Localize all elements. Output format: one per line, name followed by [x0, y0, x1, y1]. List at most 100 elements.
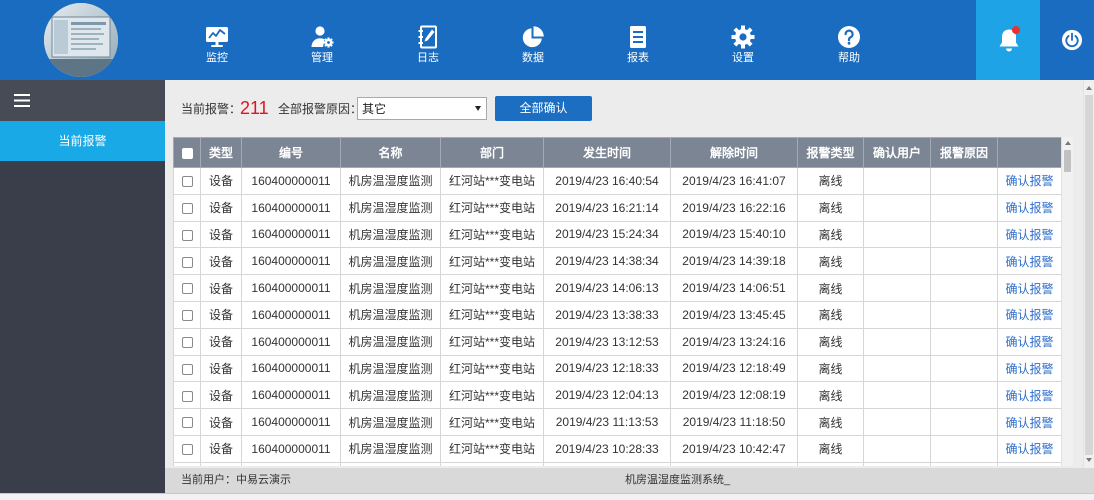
footer: 当前用户：中易云演示 机房温湿度监测系统_ — [165, 468, 1094, 493]
nav-log[interactable]: 日志 — [388, 25, 468, 71]
row-checkbox[interactable] — [181, 256, 193, 268]
system-name: 机房温湿度监测系统_ — [625, 474, 731, 486]
empty-cell — [930, 461, 998, 466]
column-header-reason[interactable]: 报警原因 — [930, 137, 998, 168]
cell-confirm-user — [863, 300, 931, 329]
confirm-alarm-link[interactable]: 确认报警 — [1005, 255, 1053, 269]
row-checkbox-cell — [173, 434, 201, 463]
row-checkbox-cell — [173, 220, 201, 249]
cell-name: 机房温湿度监测 — [340, 300, 441, 329]
confirm-alarm-link[interactable]: 确认报警 — [1005, 228, 1053, 242]
avatar — [44, 3, 118, 77]
column-header-code[interactable]: 编号 — [241, 137, 341, 168]
notification-dot — [1012, 26, 1020, 34]
cell-confirm-user — [863, 408, 931, 436]
cell-name: 机房温湿度监测 — [340, 274, 441, 302]
nav-settings[interactable]: 设置 — [703, 25, 783, 71]
confirm-alarm-link[interactable]: 确认报警 — [1005, 362, 1053, 376]
row-checkbox[interactable] — [181, 363, 193, 375]
nav-help[interactable]: 帮助 — [809, 25, 889, 71]
nav-label: 日志 — [417, 52, 439, 64]
row-checkbox[interactable] — [181, 337, 193, 348]
scroll-up-icon[interactable] — [1065, 141, 1071, 145]
confirm-all-button[interactable]: 全部确认 — [495, 96, 592, 121]
confirm-alarm-link[interactable]: 确认报警 — [1005, 201, 1053, 215]
hamburger-icon[interactable] — [14, 94, 30, 107]
row-checkbox[interactable] — [181, 283, 193, 295]
cell-code: 160400000011 — [241, 193, 341, 222]
cell-occurred: 2019/4/23 10:28:33 — [543, 434, 671, 463]
table-scrollbar-thumb[interactable] — [1064, 150, 1071, 172]
confirm-alarm-link[interactable]: 确认报警 — [1005, 335, 1053, 349]
cell-cleared: 2019/4/23 15:40:10 — [670, 220, 798, 249]
alarm-table-body: 设备 160400000011 机房温湿度监测 红河站***变电站 2019/4/23 … — [173, 167, 1062, 466]
row-checkbox-cell — [173, 327, 201, 356]
cell-action: 确认报警 — [997, 434, 1062, 463]
reason-select[interactable]: 其它 — [357, 97, 487, 120]
confirm-alarm-link[interactable]: 确认报警 — [1005, 389, 1053, 403]
column-header-type[interactable]: 类型 — [200, 137, 242, 168]
cell-department: 红河站***变电站 — [440, 167, 544, 195]
notification-button[interactable] — [976, 0, 1040, 80]
cell-department: 红河站***变电站 — [440, 300, 544, 329]
page-scrollbar-thumb[interactable] — [1085, 95, 1093, 455]
cell-department: 红河站***变电站 — [440, 381, 544, 410]
nav-report[interactable]: 报表 — [598, 25, 678, 71]
empty-cell — [997, 461, 1062, 466]
alarm-count: 211 — [240, 98, 269, 118]
cell-code: 160400000011 — [241, 274, 341, 302]
cell-code: 160400000011 — [241, 247, 341, 276]
column-header-department[interactable]: 部门 — [440, 137, 544, 168]
cell-confirm-user — [863, 247, 931, 276]
nav-label: 管理 — [311, 52, 333, 64]
confirm-alarm-link[interactable]: 确认报警 — [1005, 282, 1053, 296]
cell-occurred: 2019/4/23 12:18:33 — [543, 354, 671, 383]
cell-occurred: 2019/4/23 13:12:53 — [543, 327, 671, 356]
confirm-alarm-link[interactable]: 确认报警 — [1005, 416, 1053, 430]
nav-management[interactable]: 管理 — [282, 25, 362, 71]
sidebar-item-current-alarms[interactable]: 当前报警 — [0, 121, 165, 161]
table-row: 设备 160400000011 机房温湿度监测 红河站***变电站 2019/4/23 … — [173, 408, 1062, 436]
row-checkbox[interactable] — [181, 390, 193, 402]
cell-cleared: 2019/4/23 14:39:18 — [670, 247, 798, 276]
row-checkbox[interactable] — [181, 444, 193, 456]
logout-button[interactable] — [1061, 29, 1083, 51]
row-checkbox-cell — [173, 247, 201, 276]
row-checkbox[interactable] — [181, 310, 193, 322]
select-all-cell — [173, 137, 201, 168]
page-scrollbar[interactable] — [1083, 80, 1094, 468]
nav-data[interactable]: 数据 — [493, 25, 573, 71]
cell-type: 设备 — [200, 274, 242, 302]
row-checkbox[interactable] — [181, 176, 193, 188]
table-row: 设备 160400000011 机房温湿度监测 红河站***变电站 2019/4/23 … — [173, 300, 1062, 329]
cell-reason — [930, 300, 998, 329]
cell-occurred: 2019/4/23 14:06:13 — [543, 274, 671, 302]
table-header-row: 类型 编号 名称 部门 发生时间 解除时间 报警类型 确认用户 报警原因 — [173, 137, 1062, 168]
confirm-alarm-link[interactable]: 确认报警 — [1005, 308, 1053, 322]
cell-confirm-user — [863, 434, 931, 463]
empty-cell — [543, 461, 671, 466]
cell-occurred: 2019/4/23 16:40:54 — [543, 167, 671, 195]
select-all-checkbox[interactable] — [181, 147, 193, 159]
nav-label: 监控 — [206, 52, 228, 64]
cell-code: 160400000011 — [241, 300, 341, 329]
table-scrollbar[interactable] — [1061, 137, 1073, 466]
cell-code: 160400000011 — [241, 381, 341, 410]
row-checkbox[interactable] — [181, 203, 193, 215]
confirm-alarm-link[interactable]: 确认报警 — [1005, 174, 1053, 188]
nav-monitor[interactable]: 监控 — [177, 25, 257, 71]
cell-name: 机房温湿度监测 — [340, 220, 441, 249]
scroll-up-icon[interactable] — [1086, 86, 1092, 90]
column-header-name[interactable]: 名称 — [340, 137, 441, 168]
pie-chart-icon — [493, 25, 573, 49]
cell-cleared: 2019/4/23 10:42:47 — [670, 434, 798, 463]
confirm-alarm-link[interactable]: 确认报警 — [1005, 442, 1053, 456]
column-header-confirm-user[interactable]: 确认用户 — [863, 137, 931, 168]
row-checkbox[interactable] — [181, 417, 193, 429]
column-header-cleared[interactable]: 解除时间 — [670, 137, 798, 168]
scroll-down-icon[interactable] — [1086, 458, 1092, 462]
column-header-alarm-type[interactable]: 报警类型 — [797, 137, 864, 168]
column-header-occurred[interactable]: 发生时间 — [543, 137, 671, 168]
row-checkbox[interactable] — [181, 229, 193, 241]
user-gear-icon — [282, 25, 362, 49]
